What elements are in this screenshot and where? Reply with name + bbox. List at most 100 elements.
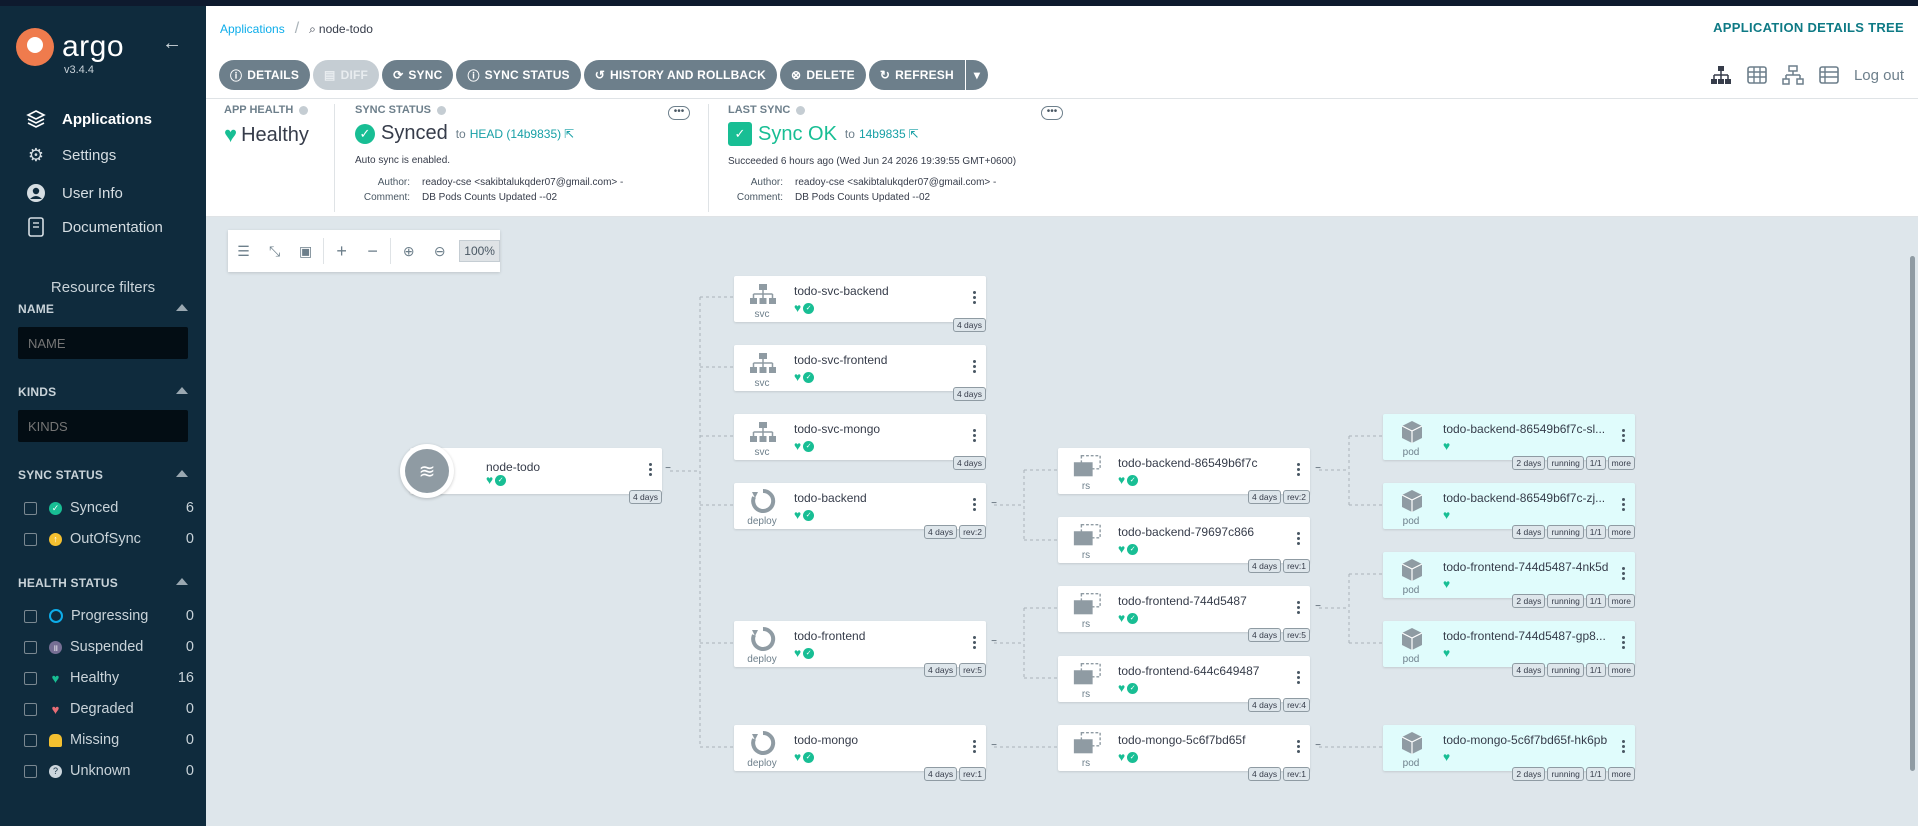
node-kind: rs [1081,481,1091,492]
check-circle-icon: ✓ [1127,682,1139,694]
pod-icon [1397,558,1427,582]
node-status: ♥ [1443,578,1452,590]
check-circle-icon: ✓ [1127,751,1139,763]
rs-node[interactable]: rs todo-backend-79697c866 ♥ ✓ 4 days rev:1 [1058,517,1310,573]
node-menu-icon[interactable] [972,498,976,513]
svc-node[interactable]: svc todo-svc-mongo ♥ ✓ 4 days [734,414,986,470]
check-circle-icon: ✓ [803,509,815,521]
node-status: ♥ ✓ [486,474,507,486]
check-circle-icon: ✓ [803,302,815,314]
node-menu-icon[interactable] [972,429,976,444]
tag: 4 days [924,663,958,677]
heart-icon: ♥ [794,750,802,764]
node-name: todo-mongo-5c6f7bd65f-hk6pb [1443,733,1608,747]
node-status: ♥ [1443,509,1452,521]
node-menu-icon[interactable] [1296,740,1300,755]
pod-node[interactable]: pod todo-frontend-744d5487-gp8... ♥ 4 days r… [1383,621,1635,677]
node-menu-icon[interactable] [1621,429,1625,444]
rs-node[interactable]: rs todo-frontend-744d5487 ♥ ✓ 4 days rev:5 [1058,586,1310,642]
collapse-node-icon[interactable]: − [1313,741,1323,752]
node-menu-icon[interactable] [648,463,652,478]
collapse-node-icon[interactable]: − [989,637,999,648]
node-status: ♥ ✓ [794,508,815,522]
replicaset-icon [1072,662,1102,686]
node-kind: pod [1402,758,1420,769]
node-menu-icon[interactable] [1621,636,1625,651]
tag: 4 days [1248,628,1282,642]
tag[interactable]: more [1607,525,1635,539]
heart-icon: ♥ [1443,750,1451,764]
service-icon [748,351,778,375]
node-kind: rs [1081,689,1091,700]
replicaset-icon [1072,454,1102,478]
heart-icon: ♥ [794,508,802,522]
heart-icon: ♥ [794,301,802,315]
node-tags: 2 days running 1/1 more [1510,456,1635,470]
node-menu-icon[interactable] [1296,532,1300,547]
graph-edges [670,296,1383,748]
node-name: todo-svc-backend [794,284,889,298]
node-menu-icon[interactable] [972,636,976,651]
tag[interactable]: more [1607,767,1635,781]
node-name: todo-mongo-5c6f7bd65f [1118,733,1246,747]
collapse-node-icon[interactable]: − [989,499,999,510]
tag: 4 days [628,490,662,504]
node-menu-icon[interactable] [1296,601,1300,616]
node-menu-icon[interactable] [1621,567,1625,582]
node-kind: pod [1402,447,1420,458]
heart-icon: ♥ [1118,611,1126,625]
node-tags: 4 days [627,490,662,504]
node-status: ♥ [1443,751,1452,763]
node-name: todo-frontend-644c649487 [1118,664,1260,678]
svc-node[interactable]: svc todo-svc-frontend ♥ ✓ 4 days [734,345,986,401]
node-name: todo-backend [794,491,867,505]
tag: 1/1 [1585,456,1606,470]
deploy-node[interactable]: deploy todo-backend ♥ ✓ 4 days rev:2 [734,483,986,539]
tag[interactable]: more [1607,456,1635,470]
deploy-node[interactable]: deploy todo-mongo ♥ ✓ 4 days rev:1 [734,725,986,781]
node-menu-icon[interactable] [1621,498,1625,513]
node-menu-icon[interactable] [1621,740,1625,755]
heart-icon: ♥ [1443,577,1451,591]
tag[interactable]: more [1607,594,1635,608]
svc-node[interactable]: svc todo-svc-backend ♥ ✓ 4 days [734,276,986,332]
check-circle-icon: ✓ [495,474,507,486]
pod-node[interactable]: pod todo-backend-86549b6f7c-zj... ♥ 4 days r… [1383,483,1635,539]
replicaset-icon [1072,523,1102,547]
node-kind: svc [754,309,770,320]
deployment-icon [748,488,778,513]
node-menu-icon[interactable] [1296,463,1300,478]
node-menu-icon[interactable] [972,740,976,755]
tag: running [1547,525,1584,539]
service-icon [748,282,778,306]
rs-node[interactable]: rs todo-mongo-5c6f7bd65f ♥ ✓ 4 days rev:1 [1058,725,1310,781]
node-tags: 4 days rev:2 [922,525,986,539]
collapse-node-icon[interactable]: − [1313,602,1323,613]
collapse-node-icon[interactable]: − [1313,464,1323,475]
node-status: ♥ ✓ [794,371,815,383]
heart-icon: ♥ [1118,681,1126,695]
node-tags: 4 days [951,318,986,332]
node-menu-icon[interactable] [972,291,976,306]
node-tags: 4 days rev:1 [1246,559,1310,573]
pod-node[interactable]: pod todo-backend-86549b6f7c-sl... ♥ 2 days r… [1383,414,1635,470]
rs-node[interactable]: rs todo-backend-86549b6f7c ♥ ✓ 4 days rev:2 [1058,448,1310,504]
node-name: node-todo [486,460,541,474]
node-name: todo-svc-mongo [794,422,881,436]
app-node[interactable]: ≋ node-todo ♥ ✓ 4 days [400,444,662,504]
rs-node[interactable]: rs todo-frontend-644c649487 ♥ ✓ 4 days rev:4 [1058,656,1310,712]
node-menu-icon[interactable] [1296,671,1300,686]
scrollbar[interactable] [1910,256,1915,771]
node-menu-icon[interactable] [972,360,976,375]
collapse-node-icon[interactable]: − [989,741,999,752]
deploy-node[interactable]: deploy todo-frontend ♥ ✓ 4 days rev:5 [734,621,986,677]
tag: 4 days [952,318,986,332]
heart-icon: ♥ [794,646,802,660]
pod-node[interactable]: pod todo-frontend-744d5487-4nk5d ♥ 2 days ru… [1383,552,1635,608]
tag[interactable]: more [1607,663,1635,677]
tag: running [1547,456,1584,470]
heart-icon: ♥ [1118,473,1126,487]
node-status: ♥ ✓ [1118,751,1139,763]
collapse-node-icon[interactable]: − [663,464,673,475]
pod-node[interactable]: pod todo-mongo-5c6f7bd65f-hk6pb ♥ 2 days run… [1383,725,1635,781]
